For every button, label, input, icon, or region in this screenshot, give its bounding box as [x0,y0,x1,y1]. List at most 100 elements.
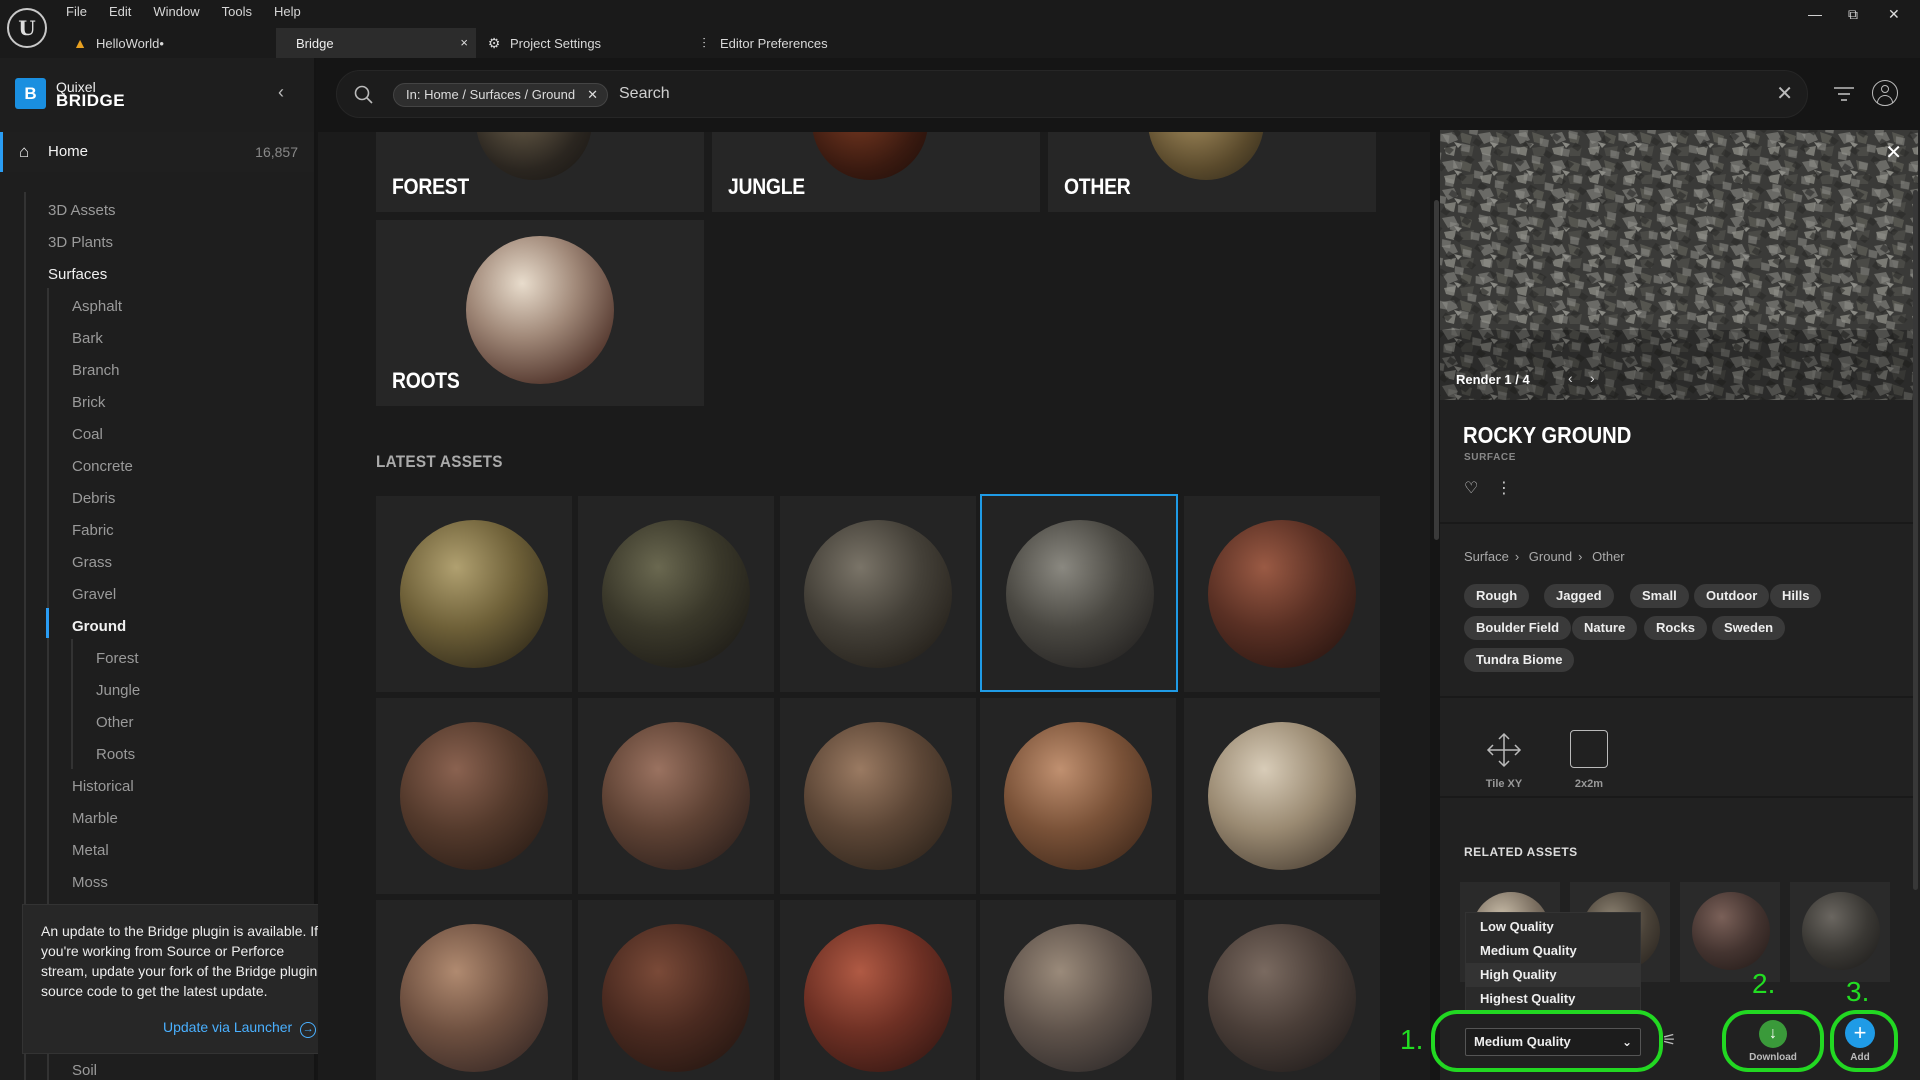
tag[interactable]: Nature [1572,616,1638,640]
asset-tile[interactable] [780,900,976,1080]
sidebar-item-fabric[interactable]: Fabric [72,522,114,539]
close-detail-icon[interactable]: ✕ [1885,140,1902,165]
sidebar-item-other[interactable]: Other [96,714,134,731]
tab-editor-preferences[interactable]: ⫶ Editor Preferences [686,28,916,58]
remove-chip-icon[interactable]: ✕ [587,84,598,106]
category-card-other[interactable]: OTHER [1048,132,1376,212]
favorite-icon[interactable]: ♡ [1464,478,1478,498]
main-scrollbar[interactable] [1434,200,1439,540]
sidebar-item-ground[interactable]: Ground [72,618,126,635]
sidebar-item-brick[interactable]: Brick [72,394,105,411]
download-settings-icon[interactable]: ⚟ [1662,1030,1676,1050]
sidebar-item-3d-assets[interactable]: 3D Assets [48,202,116,219]
tab-bridge[interactable]: Bridge × [276,28,476,58]
sidebar-item-historical[interactable]: Historical [72,778,134,795]
sidebar-item-concrete[interactable]: Concrete [72,458,133,475]
sidebar-item-moss[interactable]: Moss [72,874,108,891]
tab-helloworld[interactable]: ▲ HelloWorld• [62,28,276,58]
window-close-icon[interactable]: ✕ [1888,6,1900,23]
prev-render-icon[interactable]: ‹ [1568,370,1573,386]
tag[interactable]: Boulder Field [1464,616,1572,640]
more-options-icon[interactable]: ⋮ [1496,478,1512,498]
sidebar-item-debris[interactable]: Debris [72,490,115,507]
sidebar-item-grass[interactable]: Grass [72,554,112,571]
search-scope-chip[interactable]: In: Home / Surfaces / Ground ✕ [393,83,609,107]
sidebar-item-soil[interactable]: Soil [72,1062,97,1079]
close-tab-icon[interactable]: × [460,35,468,50]
menu-tools[interactable]: Tools [222,2,262,21]
collapse-sidebar-icon[interactable]: ‹ [278,82,284,103]
asset-tile[interactable] [376,900,572,1080]
menu-edit[interactable]: Edit [109,2,141,21]
sidebar-item-marble[interactable]: Marble [72,810,118,827]
tab-label: Editor Preferences [720,35,828,51]
sidebar-item-coal[interactable]: Coal [72,426,103,443]
asset-tile[interactable] [780,698,976,894]
breadcrumb-other[interactable]: Other [1592,549,1625,564]
category-label: JUNGLE [728,174,805,199]
menu-file[interactable]: File [66,2,97,21]
annotation-label: 1. [1400,1024,1424,1055]
sidebar-item-3d-plants[interactable]: 3D Plants [48,234,113,251]
asset-tile[interactable] [376,496,572,692]
tag[interactable]: Rocks [1644,616,1708,640]
detail-scrollbar[interactable] [1913,190,1918,890]
tag[interactable]: Small [1630,584,1689,608]
unreal-logo-icon[interactable]: U [7,8,47,48]
asset-tile[interactable] [578,496,774,692]
related-asset[interactable] [1680,882,1780,982]
sidebar-item-branch[interactable]: Branch [72,362,120,379]
category-card-forest[interactable]: FOREST [376,132,704,212]
tag[interactable]: Rough [1464,584,1530,608]
asset-tile[interactable] [980,900,1176,1080]
asset-tile[interactable] [578,698,774,894]
filter-icon[interactable] [1832,82,1856,106]
bridge-window: U File Edit Window Tools Help ▲ HelloWor… [0,0,1920,1080]
asset-tile[interactable] [980,698,1176,894]
sidebar-item-surfaces[interactable]: Surfaces [48,266,107,283]
tag[interactable]: Hills [1770,584,1822,608]
search-icon [354,85,373,104]
breadcrumb-ground[interactable]: Ground [1529,549,1572,564]
asset-tile[interactable] [376,698,572,894]
asset-tile[interactable] [578,900,774,1080]
asset-tile[interactable] [1184,900,1380,1080]
quality-option-highest[interactable]: Highest Quality [1466,987,1640,1011]
sidebar-item-forest[interactable]: Forest [96,650,139,667]
next-render-icon[interactable]: › [1590,370,1595,386]
category-card-roots[interactable]: ROOTS [376,220,704,406]
asset-type: SURFACE [1464,452,1516,463]
sidebar-item-metal[interactable]: Metal [72,842,109,859]
quality-option-medium[interactable]: Medium Quality [1466,939,1640,963]
asset-tile[interactable] [1184,496,1380,692]
asset-preview[interactable]: ✕ Render 1 / 4 ‹ › [1440,130,1918,400]
sidebar-item-gravel[interactable]: Gravel [72,586,116,603]
search-input[interactable] [619,82,1319,106]
quality-option-high[interactable]: High Quality [1466,963,1640,987]
breadcrumb-surface[interactable]: Surface [1464,549,1509,564]
menu-window[interactable]: Window [153,2,209,21]
menu-help[interactable]: Help [274,2,311,21]
asset-tile[interactable] [1184,698,1380,894]
update-via-launcher-link[interactable]: Update via Launcher → [163,1017,317,1038]
restore-icon[interactable]: ⧉ [1848,6,1858,23]
sidebar-item-asphalt[interactable]: Asphalt [72,298,122,315]
tag[interactable]: Tundra Biome [1464,648,1575,672]
related-asset[interactable] [1790,882,1890,982]
sidebar-item-home[interactable]: ⌂ Home 16,857 [0,132,314,172]
tag[interactable]: Sweden [1712,616,1786,640]
sidebar-item-jungle[interactable]: Jungle [96,682,140,699]
render-counter: Render 1 / 4 [1456,372,1530,387]
asset-tile-selected[interactable] [980,494,1178,692]
tag[interactable]: Outdoor [1694,584,1770,608]
minimize-icon[interactable]: — [1808,6,1822,22]
sidebar-item-bark[interactable]: Bark [72,330,103,347]
quality-option-low[interactable]: Low Quality [1466,915,1640,939]
user-account-icon[interactable] [1872,80,1898,106]
clear-search-icon[interactable]: ✕ [1776,81,1793,106]
tag[interactable]: Jagged [1544,584,1614,608]
category-card-jungle[interactable]: JUNGLE [712,132,1040,212]
tab-project-settings[interactable]: ⚙ Project Settings [476,28,686,58]
sidebar-item-roots[interactable]: Roots [96,746,135,763]
asset-tile[interactable] [780,496,976,692]
